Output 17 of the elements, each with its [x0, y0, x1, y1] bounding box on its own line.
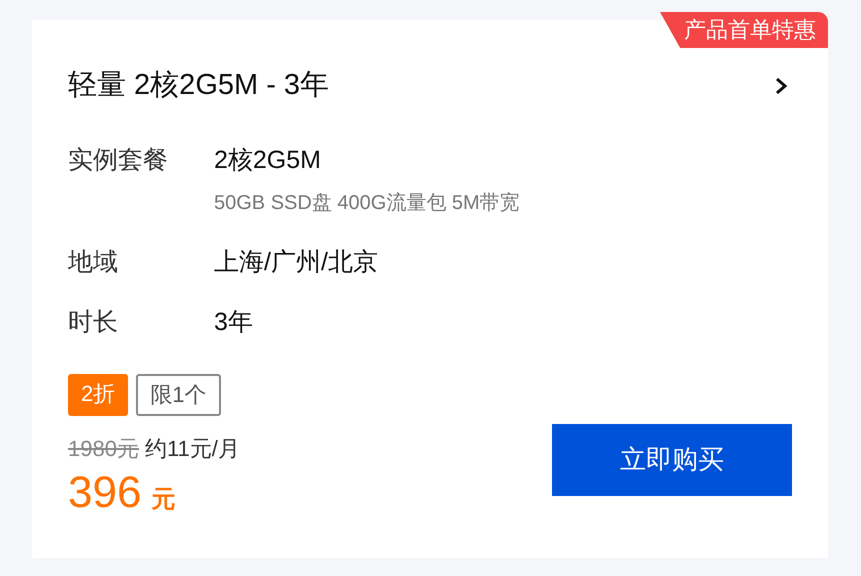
- promo-ribbon: 产品首单特惠: [660, 12, 828, 48]
- product-title: 轻量 2核2G5M - 3年: [68, 68, 330, 103]
- spec-value: 3年: [214, 306, 253, 338]
- spec-value: 2核2G5M: [214, 144, 322, 176]
- original-price: 1980元: [68, 434, 139, 462]
- monthly-price: 约11元/月: [144, 434, 240, 462]
- spec-detail: 50GB SSD盘 400G流量包 5M带宽: [214, 190, 520, 216]
- chevron-right-icon[interactable]: [774, 76, 788, 96]
- price: 396: [68, 466, 142, 518]
- spec-value: 上海/广州/北京: [214, 246, 378, 278]
- buy-button[interactable]: 立即购买: [552, 424, 792, 496]
- spec-label: 地域: [68, 246, 119, 278]
- spec-label: 时长: [68, 306, 119, 338]
- spec-label: 实例套餐: [68, 144, 169, 176]
- tag: 限1个: [136, 374, 220, 416]
- tag: 2折: [68, 374, 128, 416]
- currency: 元: [151, 484, 176, 514]
